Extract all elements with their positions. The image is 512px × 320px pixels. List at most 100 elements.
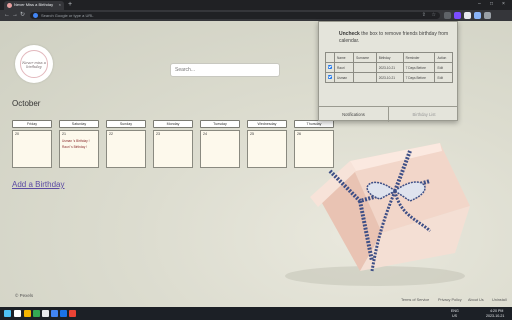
footer-link[interactable]: About Us <box>468 298 484 302</box>
search-placeholder: Search... <box>175 67 196 73</box>
search-input[interactable]: Search... <box>170 63 280 77</box>
maximize-button[interactable]: □ <box>490 1 493 7</box>
day-cell[interactable]: 23 <box>153 130 193 168</box>
extension-icon[interactable] <box>444 12 451 19</box>
tray-date[interactable]: 2023-10-21 <box>486 314 504 318</box>
day-header: Friday <box>12 120 52 128</box>
back-icon[interactable]: ← <box>4 12 10 19</box>
extension-icon[interactable] <box>474 12 481 19</box>
add-birthday-link[interactable]: Add a Birthday <box>12 180 64 189</box>
logo-text: Never miss a birthday <box>22 61 46 69</box>
footer-link[interactable]: Terms of Service <box>401 298 429 302</box>
day-cell[interactable]: 24 <box>200 130 240 168</box>
day-cell[interactable]: 25 <box>247 130 287 168</box>
include-checkbox[interactable] <box>328 75 332 79</box>
day-number: 26 <box>297 132 301 136</box>
taskbar-app-icon[interactable] <box>24 310 31 317</box>
row-name: Rauri <box>333 62 355 73</box>
taskbar-app-icon[interactable] <box>33 310 40 317</box>
day-cell[interactable]: 21 Usman 's Birthday ! Rauri 's Birthday ! <box>59 130 99 168</box>
extension-icon[interactable] <box>454 12 461 19</box>
day-cell[interactable]: 20 <box>12 130 52 168</box>
birthday-event[interactable]: Usman 's Birthday ! <box>62 139 90 143</box>
table-header-cell: Surname <box>353 52 377 63</box>
footer-link[interactable]: Uninstall <box>492 298 507 302</box>
day-cell[interactable]: 26 <box>294 130 334 168</box>
day-column: Monday 23 <box>153 120 193 168</box>
reload-icon[interactable]: ↻ <box>20 12 25 19</box>
birthday-table: Name Surname Birthday Reminder Action Rauri 2… <box>325 52 453 83</box>
day-number: 24 <box>203 132 207 136</box>
windows-taskbar: ENG US 4:20 PM 2023-10-21 <box>0 307 512 320</box>
address-bar[interactable]: Search Google or type a URL ⇪ ☆ <box>30 12 440 19</box>
taskbar-app-icon[interactable] <box>60 310 67 317</box>
day-column: Friday 20 <box>12 120 52 168</box>
table-header-cell: Action <box>434 52 453 63</box>
tab-close-icon[interactable]: × <box>59 2 61 7</box>
table-row: Usman 2023-10-21 7 Days Before Edit <box>325 72 453 83</box>
minimize-button[interactable]: – <box>478 1 481 7</box>
row-surname <box>353 62 377 73</box>
photo-credit: © Pexels <box>15 293 34 298</box>
day-column: Sunday 22 <box>106 120 146 168</box>
include-checkbox[interactable] <box>328 65 332 69</box>
tab-strip: Never Miss a Birthday × + – □ × <box>0 0 512 10</box>
extension-popup: Uncheck the box to remove friends birthd… <box>318 21 459 122</box>
taskbar-app-icon[interactable] <box>4 310 11 317</box>
window-close-button[interactable]: × <box>502 1 505 7</box>
popup-instructions: Uncheck the box to remove friends birthd… <box>339 31 449 44</box>
birthday-list-tab[interactable]: Birthday List <box>389 107 459 122</box>
checkbox-cell <box>325 72 335 83</box>
address-bar-placeholder: Search Google or type a URL <box>41 13 94 18</box>
day-column: Tuesday 24 <box>200 120 240 168</box>
new-tab-button[interactable]: + <box>68 1 72 8</box>
bookmark-star-icon[interactable]: ☆ <box>432 12 436 18</box>
month-title: October <box>12 99 41 108</box>
extension-icon[interactable] <box>464 12 471 19</box>
day-header: Tuesday <box>200 120 240 128</box>
day-number: 23 <box>156 132 160 136</box>
table-header-cell: Birthday <box>375 52 404 63</box>
row-reminder: 7 Days Before <box>402 62 436 73</box>
share-icon[interactable]: ⇪ <box>422 12 426 18</box>
forward-icon[interactable]: → <box>12 12 18 19</box>
taskbar-app-icon[interactable] <box>51 310 58 317</box>
day-header: Sunday <box>106 120 146 128</box>
notifications-tab[interactable]: Notifications <box>319 107 389 122</box>
day-cell[interactable]: 22 <box>106 130 146 168</box>
checkbox-cell <box>325 62 335 73</box>
day-header: Wednesday <box>247 120 287 128</box>
table-header-cell: Name <box>333 52 355 63</box>
day-column: Saturday 21 Usman 's Birthday ! Rauri 's Bi… <box>59 120 99 168</box>
tray-region: US <box>452 314 457 318</box>
table-header-row: Name Surname Birthday Reminder Action <box>325 52 453 63</box>
taskbar-app-icon[interactable] <box>42 310 49 317</box>
table-row: Rauri 2023-10-21 7 Days Before Edit <box>325 62 453 73</box>
uncheck-emphasis: Uncheck <box>339 31 360 37</box>
browser-toolbar: ← → ↻ Search Google or type a URL ⇪ ☆ <box>0 10 512 21</box>
taskbar-app-icon[interactable] <box>69 310 76 317</box>
app-logo: Never miss a birthday <box>15 45 53 83</box>
birthday-event[interactable]: Rauri 's Birthday ! <box>62 145 87 149</box>
row-surname <box>353 72 377 83</box>
row-reminder: 7 Days Before <box>402 72 436 83</box>
tab-favicon-icon <box>7 3 12 8</box>
google-icon <box>33 13 38 18</box>
edit-link[interactable]: Edit <box>434 62 453 73</box>
day-number: 20 <box>15 132 19 136</box>
day-column: Wednesday 25 <box>247 120 287 168</box>
browser-tab[interactable]: Never Miss a Birthday × <box>4 1 64 10</box>
tab-title: Never Miss a Birthday <box>14 2 54 7</box>
edit-link[interactable]: Edit <box>434 72 453 83</box>
table-header-cell <box>325 52 335 63</box>
row-birthday: 2023-10-21 <box>375 72 404 83</box>
extension-icon[interactable] <box>484 12 491 19</box>
row-birthday: 2023-10-21 <box>375 62 404 73</box>
day-header: Monday <box>153 120 193 128</box>
day-number: 21 <box>62 132 66 136</box>
taskbar-app-icon[interactable] <box>14 310 21 317</box>
tray-language[interactable]: ENG <box>451 309 459 313</box>
tray-time[interactable]: 4:20 PM <box>490 309 503 313</box>
footer-link[interactable]: Privacy Policy <box>438 298 462 302</box>
popup-footer: Notifications Birthday List <box>319 106 459 122</box>
